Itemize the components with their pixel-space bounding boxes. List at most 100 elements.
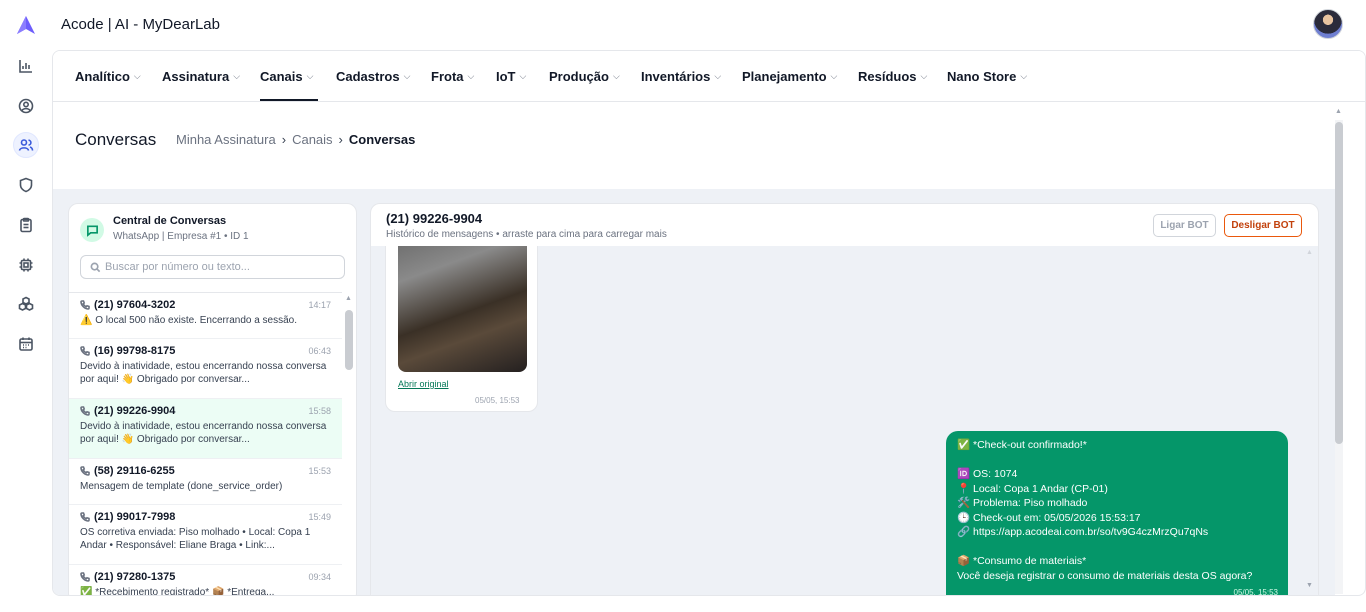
conversation-item[interactable]: (21) 97280-1375 09:34 ✅ *Recebimento regi… [69, 565, 342, 596]
phone-icon [80, 346, 90, 356]
conversation-item[interactable]: (21) 99017-7998 15:49 OS corretiva enviad… [69, 505, 342, 565]
chat-scrollbar[interactable]: ▲ ▼ [1304, 246, 1316, 595]
breadcrumb: Minha Assinatura › Canais › Conversas [176, 132, 415, 147]
menu-planejamento[interactable]: Planejamento ⌵ [742, 69, 837, 84]
message-line [957, 453, 1277, 468]
scrollbar-thumb[interactable] [1335, 122, 1343, 444]
conversations-panel: Central de Conversas WhatsApp | Empresa … [68, 203, 357, 596]
message-line: 🛠️ Problema: Piso molhado [957, 497, 1088, 509]
chevron-down-icon: ⌵ [403, 71, 411, 81]
chevron-down-icon: ⌵ [920, 71, 928, 81]
sidebar [0, 50, 52, 612]
conversation-phone: (21) 99226-9904 [94, 405, 176, 417]
message-line: 📍 Local: Copa 1 Andar (CP-01) [957, 482, 1108, 495]
menu-cadastros[interactable]: Cadastros ⌵ [336, 69, 410, 84]
message-time: 05/05, 15:53 [475, 396, 520, 405]
breadcrumb-item[interactable]: Minha Assinatura [176, 132, 276, 147]
app-title: Acode | AI - MyDearLab [61, 16, 220, 33]
menu-iot[interactable]: IoT ⌵ [496, 69, 526, 84]
chevron-down-icon: ⌵ [133, 71, 141, 81]
chevron-down-icon: ⌵ [467, 71, 475, 81]
user-circle-icon[interactable] [13, 93, 39, 119]
chevron-right-icon: › [281, 132, 287, 147]
menu-frota[interactable]: Frota ⌵ [431, 69, 474, 84]
panel-title: Central de Conversas [113, 215, 227, 227]
chip-icon[interactable] [13, 252, 39, 278]
chevron-down-icon: ⌵ [714, 71, 722, 81]
conversation-time: 15:53 [308, 466, 331, 476]
conversation-phone: (16) 99798-8175 [94, 345, 176, 357]
conversation-item[interactable]: (58) 29116-6255 15:53 Mensagem de templat… [69, 459, 342, 505]
chevron-down-icon: ⌵ [830, 71, 838, 81]
boxes-icon[interactable] [13, 291, 39, 317]
conversation-item[interactable]: (21) 97604-3202 14:17 ⚠️ O local 500 não … [69, 293, 342, 339]
scrollbar-thumb[interactable] [345, 310, 353, 370]
message-line: 🕒 Check-out em: 05/05/2026 15:53:17 [957, 511, 1141, 524]
phone-icon [80, 572, 90, 582]
message-area[interactable]: Abrir original 05/05, 15:53 ✅ *Check-out… [371, 246, 1318, 596]
scroll-up-icon[interactable]: ▲ [1335, 108, 1342, 115]
message-line: ✅ *Check-out confirmado!* [957, 439, 1087, 451]
scroll-down-icon[interactable]: ▼ [1306, 582, 1313, 589]
conversation-time: 15:49 [308, 512, 331, 522]
menu-inventarios[interactable]: Inventários ⌵ [641, 69, 721, 84]
page-scrollbar[interactable]: ▲ ▼ [1335, 102, 1349, 595]
conversation-phone: (21) 97280-1375 [94, 571, 176, 583]
shield-icon[interactable] [13, 172, 39, 198]
conversation-item[interactable]: (16) 99798-8175 06:43 Devido à inatividad… [69, 339, 342, 399]
conversation-preview: ⚠️ O local 500 não existe. Encerrando a … [80, 315, 298, 326]
chevron-down-icon: ⌵ [519, 71, 527, 81]
menu-assinatura[interactable]: Assinatura ⌵ [162, 69, 240, 84]
chat-history-hint: Histórico de mensagens • arraste para ci… [386, 229, 667, 240]
conversation-time: 15:58 [308, 406, 331, 416]
chat-bubble-icon [80, 218, 104, 242]
conversation-preview: OS corretiva enviada: Piso molhado • Loc… [80, 527, 311, 551]
scroll-up-icon[interactable]: ▲ [345, 295, 352, 302]
chevron-down-icon: ⌵ [233, 71, 241, 81]
message-photo[interactable] [398, 246, 527, 372]
message-line: 📦 *Consumo de materiais* [957, 555, 1087, 567]
menu-nano-store[interactable]: Nano Store ⌵ [947, 69, 1027, 84]
image-message: Abrir original 05/05, 15:53 [385, 246, 538, 412]
search-input[interactable] [105, 261, 335, 273]
conversation-preview: Devido à inatividade, estou encerrando n… [80, 421, 327, 445]
conversation-item-active[interactable]: (21) 99226-9904 15:58 Devido à inatividad… [69, 399, 342, 459]
conversation-phone: (21) 99017-7998 [94, 511, 176, 523]
chevron-down-icon: ⌵ [612, 71, 620, 81]
conversation-time: 14:17 [308, 300, 331, 310]
conversation-preview: Mensagem de template (done_service_order… [80, 481, 283, 492]
page-header: Conversas Minha Assinatura › Canais › Co… [53, 102, 1335, 189]
menu-producao[interactable]: Produção ⌵ [549, 69, 620, 84]
conversation-preview: ✅ *Recebimento registrado* 📦 *Entrega... [80, 587, 275, 596]
phone-icon [80, 300, 90, 310]
conversation-list: (21) 97604-3202 14:17 ⚠️ O local 500 não … [69, 292, 342, 596]
calendar-icon[interactable] [13, 331, 39, 357]
breadcrumb-item[interactable]: Canais [292, 132, 332, 147]
message-time: 05/05, 15:53 [1233, 588, 1278, 596]
chat-contact-phone: (21) 99226-9904 [386, 211, 483, 226]
message-line: Você deseja registrar o consumo de mater… [957, 569, 1253, 582]
menu-residuos[interactable]: Resíduos ⌵ [858, 69, 927, 84]
list-scrollbar[interactable]: ▲ [342, 292, 356, 595]
menu-canais[interactable]: Canais ⌵ [260, 69, 313, 84]
scroll-up-icon[interactable]: ▲ [1306, 249, 1313, 256]
menu-analitico[interactable]: Analítico ⌵ [75, 69, 141, 84]
open-original-link[interactable]: Abrir original [398, 379, 449, 389]
search-box[interactable] [80, 255, 345, 279]
top-menu: Analítico ⌵ Assinatura ⌵ Canais ⌵ Cadastros… [53, 51, 1365, 102]
search-icon [90, 262, 101, 272]
main-frame: Analítico ⌵ Assinatura ⌵ Canais ⌵ Cadastros… [52, 50, 1366, 596]
disable-bot-button[interactable]: Desligar BOT [1224, 214, 1302, 237]
conversation-time: 06:43 [308, 346, 331, 356]
analytics-icon[interactable] [13, 53, 39, 79]
enable-bot-button[interactable]: Ligar BOT [1153, 214, 1216, 237]
chevron-down-icon: ⌵ [1020, 71, 1028, 81]
top-bar: Acode | AI - MyDearLab [0, 0, 1366, 50]
user-avatar[interactable] [1313, 9, 1343, 39]
message-line [957, 540, 1277, 555]
phone-icon [80, 466, 90, 476]
panel-subtitle: WhatsApp | Empresa #1 • ID 1 [113, 231, 249, 242]
users-icon[interactable] [13, 132, 39, 158]
clipboard-icon[interactable] [13, 212, 39, 238]
app-logo-icon[interactable] [16, 15, 36, 35]
